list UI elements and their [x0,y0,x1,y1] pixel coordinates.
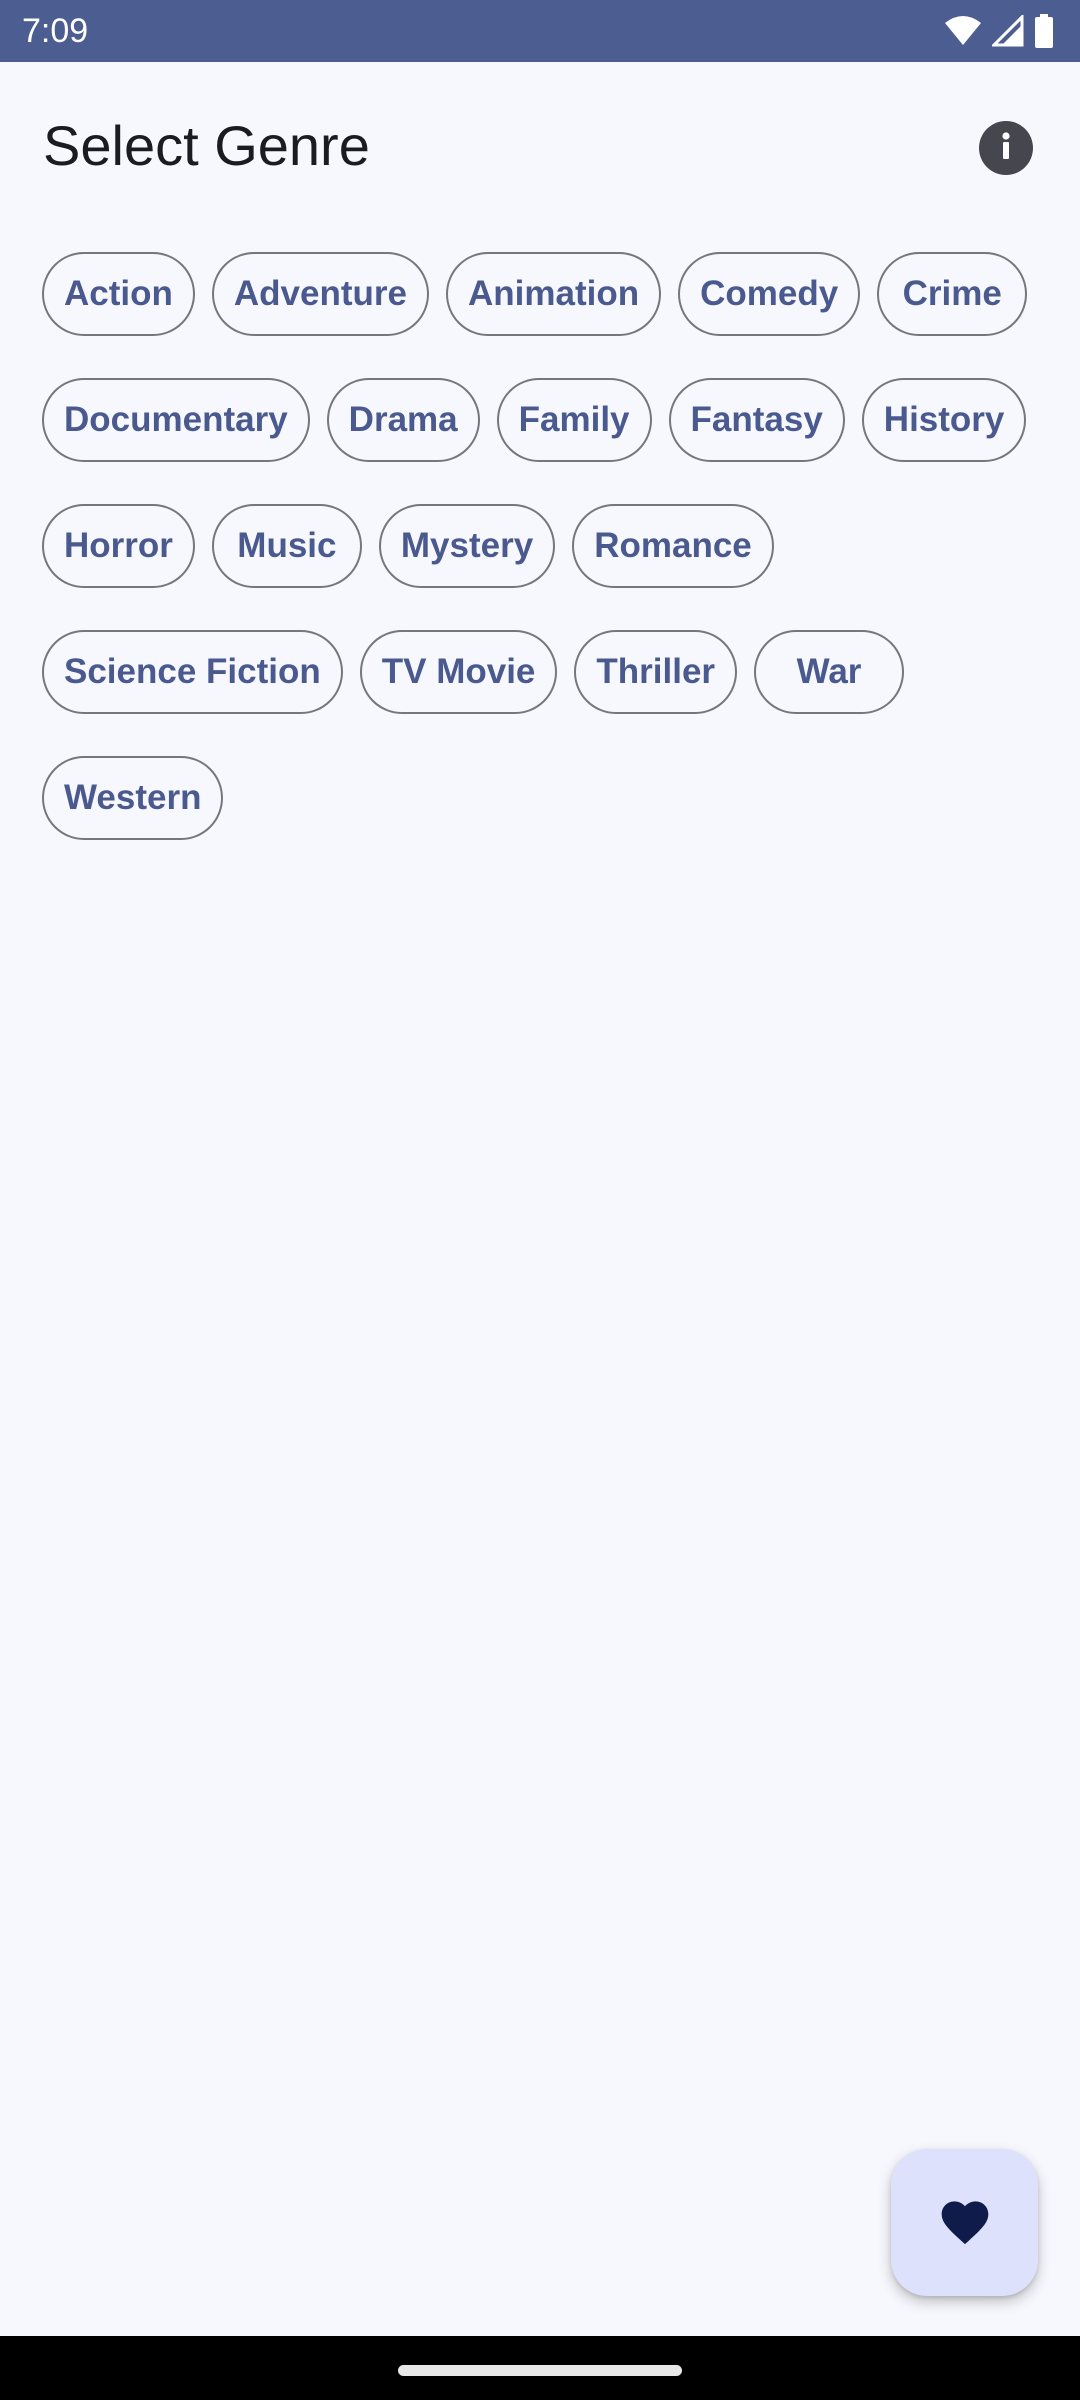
gesture-handle[interactable] [398,2365,682,2376]
genre-chip-mystery[interactable]: Mystery [378,504,556,588]
genre-chip-history[interactable]: History [861,378,1027,462]
wifi-icon [944,15,982,47]
battery-icon [1034,14,1054,48]
info-button[interactable] [979,121,1033,175]
genre-chip-western[interactable]: Western [42,756,224,840]
genre-chip-documentary[interactable]: Documentary [42,378,310,462]
status-icons [944,12,1054,50]
genre-chip-crime[interactable]: Crime [877,252,1028,336]
genre-chip-science-fiction[interactable]: Science Fiction [42,630,343,714]
cell-signal-icon [992,15,1024,47]
status-time: 7:09 [22,12,89,50]
header: Select Genre [0,62,1080,232]
genre-chip-war[interactable]: War [754,630,905,714]
info-icon [979,119,1033,178]
navigation-bar [0,2336,1080,2400]
genre-chip-drama[interactable]: Drama [326,378,480,462]
status-bar: 7:09 [0,0,1080,62]
heart-icon [937,2194,993,2251]
page-title: Select Genre [43,114,370,177]
genre-chip-thriller[interactable]: Thriller [574,630,738,714]
genre-chip-group: Action Adventure Animation Comedy Crime Docum… [42,252,1042,840]
genre-chip-fantasy[interactable]: Fantasy [668,378,845,462]
genre-chip-music[interactable]: Music [211,504,362,588]
favorites-button[interactable] [891,2149,1038,2296]
genre-chip-action[interactable]: Action [42,252,195,336]
genre-chip-horror[interactable]: Horror [42,504,195,588]
genre-chip-adventure[interactable]: Adventure [211,252,429,336]
genre-chip-romance[interactable]: Romance [572,504,774,588]
genre-chip-tv-movie[interactable]: TV Movie [359,630,558,714]
genre-chip-family[interactable]: Family [496,378,652,462]
genre-chip-animation[interactable]: Animation [445,252,662,336]
genre-chip-comedy[interactable]: Comedy [678,252,861,336]
